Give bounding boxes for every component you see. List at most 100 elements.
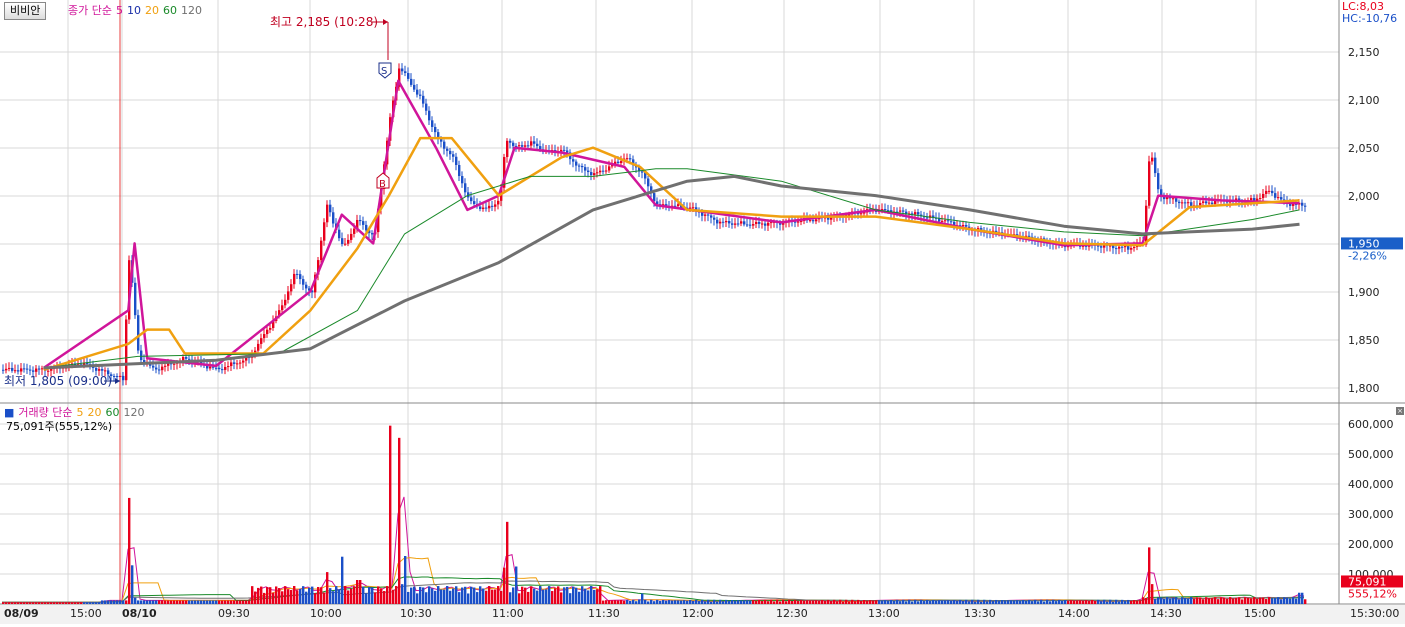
candle xyxy=(299,274,302,280)
volume-bar xyxy=(335,586,338,604)
volume-bar xyxy=(527,591,530,604)
volume-bar xyxy=(458,592,461,604)
candle xyxy=(710,215,713,218)
candle xyxy=(1133,246,1136,249)
volume-bar xyxy=(503,567,506,604)
candle xyxy=(5,368,8,371)
volume-bar xyxy=(950,600,953,604)
volume-bar xyxy=(11,602,14,604)
volume-bar xyxy=(947,600,950,604)
volume-bar xyxy=(1079,600,1082,604)
volume-bar xyxy=(938,600,941,604)
candle xyxy=(134,282,137,316)
volume-bar xyxy=(1013,600,1016,604)
volume-bar xyxy=(5,602,8,604)
volume-bar xyxy=(998,600,1001,604)
time-axis-end: 15:30:00 xyxy=(1350,607,1399,620)
candle xyxy=(260,338,263,344)
candle xyxy=(1280,197,1283,200)
volume-bar xyxy=(362,586,365,604)
volume-bar xyxy=(764,599,767,604)
volume-bar xyxy=(1034,599,1037,604)
candle xyxy=(263,334,266,339)
volume-bar xyxy=(122,600,125,604)
candle xyxy=(302,279,305,285)
close-icon[interactable]: × xyxy=(1396,407,1404,415)
stock-name-badge[interactable]: 비비안 xyxy=(4,2,47,20)
candle xyxy=(461,176,464,184)
volume-bar xyxy=(470,586,473,604)
candle xyxy=(887,210,890,212)
volume-bar xyxy=(662,599,665,604)
candle xyxy=(47,370,50,372)
candle xyxy=(233,362,236,364)
candle xyxy=(287,291,290,300)
volume-bar xyxy=(26,602,29,604)
volume-bar xyxy=(434,590,437,604)
legend-ma10: 10 xyxy=(126,4,141,17)
candle xyxy=(410,78,413,85)
candle xyxy=(359,219,362,222)
candle xyxy=(647,178,650,187)
volume-bar xyxy=(374,592,377,604)
volume-bar xyxy=(281,591,284,604)
volume-bar xyxy=(1046,599,1049,604)
volume-bar xyxy=(14,602,17,604)
volume-bar xyxy=(716,601,719,604)
volume-bar xyxy=(1244,597,1247,604)
volume-bar xyxy=(227,600,230,604)
sell-marker-label: S xyxy=(381,66,387,77)
volume-bar xyxy=(599,586,602,604)
volume-bar xyxy=(1142,597,1145,604)
candle xyxy=(1124,246,1127,248)
volume-bar xyxy=(605,600,608,604)
volume-bar xyxy=(377,586,380,604)
volume-bar xyxy=(932,600,935,604)
volume-bar xyxy=(968,601,971,604)
volume-bar xyxy=(476,592,479,604)
volume-bar xyxy=(974,601,977,604)
volume-bar xyxy=(812,600,815,604)
volume-bar xyxy=(263,592,266,604)
candle xyxy=(755,221,758,225)
volume-bar xyxy=(794,599,797,604)
volume-bar xyxy=(584,588,587,604)
x-tick-label: 12:30 xyxy=(776,607,808,620)
volume-bar xyxy=(386,586,389,604)
volume-bar xyxy=(1154,598,1157,604)
volume-bar xyxy=(467,593,470,604)
y-tick-label: 2,050 xyxy=(1348,142,1380,155)
volume-bar xyxy=(1085,600,1088,604)
volume-bar xyxy=(965,599,968,604)
volume-bar xyxy=(1205,597,1208,604)
candle xyxy=(281,305,284,311)
volume-bar xyxy=(776,599,779,604)
volume-tick-label: 400,000 xyxy=(1348,478,1394,491)
volume-bar xyxy=(422,587,425,604)
volume-bar xyxy=(125,600,128,604)
x-tick-label: 11:30 xyxy=(588,607,620,620)
volume-bar xyxy=(791,600,794,604)
volume-bar xyxy=(920,599,923,604)
volume-bar xyxy=(1112,601,1115,604)
candle xyxy=(620,161,623,164)
candle xyxy=(257,343,260,351)
stock-chart[interactable]: 2,1502,1002,0502,0001,9501,9001,8501,800… xyxy=(0,0,1405,625)
candle xyxy=(656,201,659,205)
volume-bar xyxy=(845,599,848,604)
candle xyxy=(593,173,596,176)
volume-bar xyxy=(923,601,926,604)
volume-bar xyxy=(539,586,542,604)
volume-bar xyxy=(1235,597,1238,604)
x-tick-label: 15:00 xyxy=(1244,607,1276,620)
candle xyxy=(173,363,176,365)
volume-bar xyxy=(1100,601,1103,604)
chart-window: 2,1502,1002,0502,0001,9501,9001,8501,800… xyxy=(0,0,1405,625)
candle xyxy=(188,358,191,360)
volume-bar xyxy=(593,589,596,604)
volume-bar xyxy=(851,599,854,604)
volume-bar xyxy=(689,600,692,604)
candle xyxy=(722,221,725,223)
candle xyxy=(764,223,767,226)
candle xyxy=(344,243,347,245)
